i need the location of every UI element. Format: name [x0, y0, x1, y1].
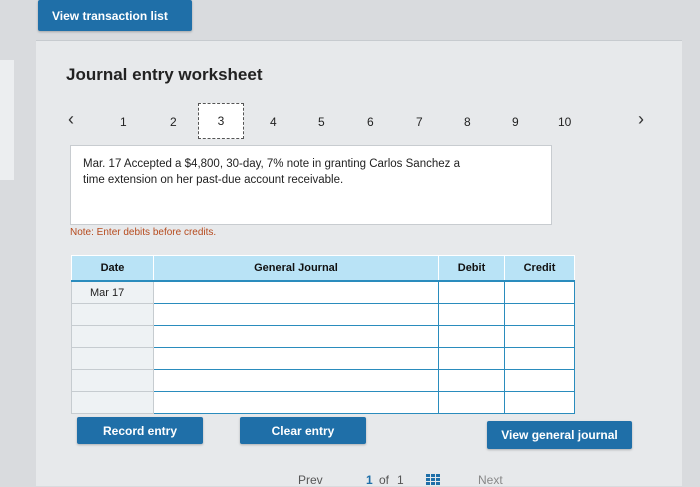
debit-value: [439, 370, 504, 391]
pager-item-10[interactable]: 10: [558, 115, 571, 129]
debit-input[interactable]: [438, 303, 505, 326]
debit-value: [439, 392, 504, 413]
table-row: [71, 303, 575, 326]
debit-input[interactable]: [438, 391, 505, 414]
credit-input[interactable]: [504, 280, 575, 304]
table-row: [71, 325, 575, 348]
view-transaction-list-button[interactable]: View transaction list: [38, 0, 192, 31]
pager-item-8[interactable]: 8: [464, 115, 471, 129]
table-row: [71, 347, 575, 370]
description-line-2: time extension on her past-due account r…: [83, 174, 344, 186]
chevron-right-icon[interactable]: ›: [638, 109, 644, 130]
journal-table: Date General Journal Debit Credit Mar 17: [71, 255, 575, 414]
account-value: [154, 282, 438, 303]
table-row: Mar 17: [71, 280, 575, 304]
debit-input[interactable]: [438, 369, 505, 392]
pager-item-3-current[interactable]: 3: [198, 103, 244, 139]
account-input[interactable]: [153, 391, 439, 414]
account-value: [154, 326, 438, 347]
debit-value: [439, 304, 504, 325]
account-value: [154, 304, 438, 325]
transaction-description: Mar. 17 Accepted a $4,800, 30-day, 7% no…: [70, 145, 552, 225]
table-header-row: Date General Journal Debit Credit: [71, 255, 575, 282]
debit-value: [439, 282, 504, 303]
account-input[interactable]: [153, 303, 439, 326]
credit-input[interactable]: [504, 391, 575, 414]
window-edge: [0, 60, 14, 180]
clear-entry-button[interactable]: Clear entry: [240, 417, 366, 444]
entry-pager: ‹ 1 2 3 4 5 6 7 8 9 10 ›: [36, 103, 682, 143]
credit-value: [505, 370, 574, 391]
table-row: [71, 391, 575, 414]
pager-item-4[interactable]: 4: [270, 115, 277, 129]
pager-item-6[interactable]: 6: [367, 115, 374, 129]
pager-item-7[interactable]: 7: [416, 115, 423, 129]
date-cell: [71, 391, 154, 414]
credit-value: [505, 304, 574, 325]
credit-value: [505, 282, 574, 303]
worksheet-panel: Journal entry worksheet ‹ 1 2 3 4 5 6 7 …: [36, 40, 682, 487]
page-title: Journal entry worksheet: [66, 65, 263, 84]
credit-input[interactable]: [504, 303, 575, 326]
account-input[interactable]: [153, 369, 439, 392]
header-date: Date: [71, 255, 154, 282]
account-input[interactable]: [153, 347, 439, 370]
pager-item-5[interactable]: 5: [318, 115, 325, 129]
credit-value: [505, 326, 574, 347]
credit-input[interactable]: [504, 325, 575, 348]
date-cell: [71, 303, 154, 326]
view-general-journal-button[interactable]: View general journal: [487, 421, 632, 449]
description-line-1: Mar. 17 Accepted a $4,800, 30-day, 7% no…: [83, 158, 460, 170]
header-debit: Debit: [438, 255, 505, 282]
account-input[interactable]: [153, 280, 439, 304]
header-credit: Credit: [504, 255, 575, 282]
debit-value: [439, 348, 504, 369]
credit-input[interactable]: [504, 347, 575, 370]
date-cell: [71, 347, 154, 370]
header-general-journal: General Journal: [153, 255, 439, 282]
record-entry-button[interactable]: Record entry: [77, 417, 203, 444]
credit-input[interactable]: [504, 369, 575, 392]
credit-value: [505, 392, 574, 413]
account-value: [154, 348, 438, 369]
account-value: [154, 370, 438, 391]
entry-note: Note: Enter debits before credits.: [70, 227, 217, 238]
credit-value: [505, 348, 574, 369]
grid-icon[interactable]: [426, 474, 440, 486]
debit-value: [439, 326, 504, 347]
pager-item-2[interactable]: 2: [170, 115, 177, 129]
debit-input[interactable]: [438, 347, 505, 370]
date-cell: [71, 325, 154, 348]
chevron-left-icon[interactable]: ‹: [68, 109, 74, 130]
debit-input[interactable]: [438, 325, 505, 348]
date-cell: Mar 17: [71, 280, 154, 304]
pager-item-9[interactable]: 9: [512, 115, 519, 129]
date-cell: [71, 369, 154, 392]
debit-input[interactable]: [438, 280, 505, 304]
account-value: [154, 392, 438, 413]
table-row: [71, 369, 575, 392]
pager-item-1[interactable]: 1: [120, 115, 127, 129]
account-input[interactable]: [153, 325, 439, 348]
